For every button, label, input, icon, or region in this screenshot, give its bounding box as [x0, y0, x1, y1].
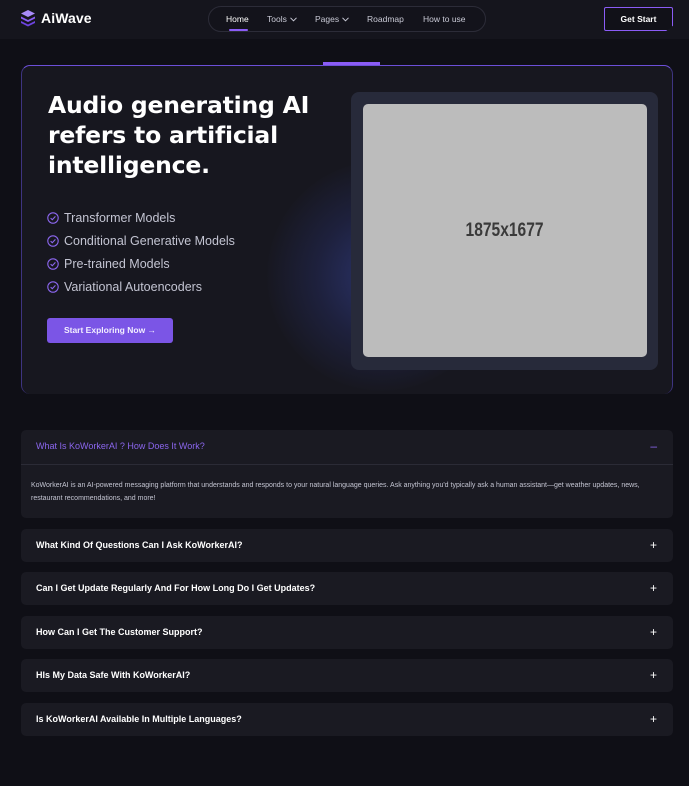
nav-item-roadmap[interactable]: Roadmap	[367, 7, 404, 31]
nav-label-roadmap: Roadmap	[367, 14, 404, 24]
feature-item: Variational Autoencoders	[47, 275, 235, 298]
logo-icon	[21, 10, 35, 27]
brand-logo[interactable]: AiWave	[20, 9, 92, 27]
plus-icon: +	[649, 712, 657, 726]
plus-icon: +	[649, 668, 657, 682]
nav-item-how-to-use[interactable]: How to use	[423, 7, 466, 31]
get-start-button[interactable]: Get Start	[604, 7, 673, 31]
feature-label: Pre-trained Models	[64, 256, 170, 271]
image-size-label: 1875x1677	[465, 219, 544, 241]
check-circle-icon	[47, 280, 59, 293]
feature-label: Conditional Generative Models	[64, 233, 235, 248]
nav-item-tools[interactable]: Tools	[267, 7, 297, 31]
nav-label-how-to-use: How to use	[423, 14, 466, 24]
faq-divider	[21, 464, 673, 465]
nav-label-home: Home	[226, 14, 249, 24]
nav-label-tools: Tools	[267, 14, 287, 24]
faq-item: What Is KoWorkerAI ? How Does It Work? –…	[21, 430, 673, 518]
faq-question: Is KoWorkerAI Available In Multiple Lang…	[36, 714, 242, 724]
site-header: AiWave Home Tools Pages Roadmap How to u…	[0, 0, 689, 39]
feature-list: Transformer Models Conditional Generativ…	[47, 206, 235, 298]
faq-item[interactable]: HIs My Data Safe With KoWorkerAI? +	[21, 659, 673, 692]
faq-answer: KoWorkerAI is an AI-powered messaging pl…	[31, 482, 640, 502]
plus-icon: +	[649, 538, 657, 552]
start-exploring-button[interactable]: Start Exploring Now →	[47, 318, 173, 343]
feature-item: Transformer Models	[47, 206, 235, 229]
faq-item[interactable]: Is KoWorkerAI Available In Multiple Lang…	[21, 703, 673, 736]
check-circle-icon	[47, 211, 59, 224]
chevron-down-icon	[342, 16, 349, 22]
faq-question: What Is KoWorkerAI ? How Does It Work?	[36, 441, 205, 451]
chevron-down-icon	[289, 16, 297, 22]
nav-item-home[interactable]: Home	[226, 7, 249, 31]
faq-item[interactable]: What Kind Of Questions Can I Ask KoWorke…	[21, 529, 673, 562]
check-circle-icon	[47, 257, 59, 270]
hero-image-frame: 1875x1677	[351, 92, 658, 370]
feature-item: Pre-trained Models	[47, 252, 235, 275]
hero-title: Audio generating AI refers to artificial…	[48, 91, 310, 179]
feature-label: Transformer Models	[64, 210, 176, 225]
active-nav-indicator	[229, 29, 248, 31]
nav-label-pages: Pages	[315, 14, 340, 24]
faq-question-toggle[interactable]: What Is KoWorkerAI ? How Does It Work? –	[21, 430, 673, 464]
faq-item[interactable]: How Can I Get The Customer Support? +	[21, 616, 673, 649]
faq-question: How Can I Get The Customer Support?	[36, 627, 203, 637]
faq-question: What Kind Of Questions Can I Ask KoWorke…	[36, 540, 243, 550]
feature-item: Conditional Generative Models	[47, 229, 235, 252]
hero-image-placeholder: 1875x1677	[363, 104, 647, 357]
plus-icon: +	[649, 625, 657, 639]
hero-section: Audio generating AI refers to artificial…	[21, 65, 673, 394]
faq-question: Can I Get Update Regularly And For How L…	[36, 583, 316, 593]
nav-item-pages[interactable]: Pages	[315, 7, 349, 31]
check-circle-icon	[47, 234, 59, 247]
main-nav: Home Tools Pages Roadmap How to use	[208, 6, 486, 32]
faq-question: HIs My Data Safe With KoWorkerAI?	[36, 670, 191, 680]
brand-name: AiWave	[41, 10, 92, 26]
plus-icon: +	[649, 581, 657, 595]
feature-label: Variational Autoencoders	[64, 279, 203, 294]
faq-item[interactable]: Can I Get Update Regularly And For How L…	[21, 572, 673, 605]
minus-icon: –	[650, 439, 657, 453]
